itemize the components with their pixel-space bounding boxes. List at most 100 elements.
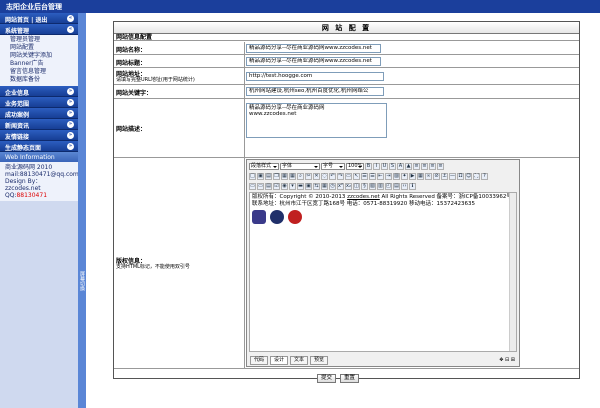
select-all-icon[interactable]: ▭ [345, 173, 352, 180]
align-left-icon[interactable]: ≡ [413, 163, 420, 170]
checkbox-icon[interactable]: ☑ [273, 183, 280, 190]
delete-icon[interactable]: ✕ [313, 173, 320, 180]
flash-icon[interactable]: ✦ [401, 173, 408, 180]
subscript-icon[interactable]: x₂ [345, 183, 352, 190]
date-icon[interactable]: ▦ [321, 183, 328, 190]
map-icon[interactable]: ◰ [385, 183, 392, 190]
paste-text-icon[interactable]: ▦ [289, 173, 296, 180]
sidebar-group-static[interactable]: 生成静态页面 » [0, 141, 78, 152]
underline-icon[interactable]: U [381, 163, 388, 170]
textarea-icon[interactable]: ▤ [265, 183, 272, 190]
expand-icon[interactable]: » [67, 110, 74, 117]
tab-design[interactable]: 设计 [270, 356, 289, 365]
sidebar-item-admin[interactable]: 管理员管理 [10, 36, 78, 44]
editor-content[interactable]: 版权所有：Copyright © 2010-2013 zzcodes.net A… [249, 192, 517, 352]
tab-code[interactable]: 代码 [250, 356, 269, 365]
save-icon[interactable]: ▣ [257, 173, 264, 180]
hr-icon[interactable]: — [449, 173, 456, 180]
screen-splitter[interactable]: 屏幕切换 [78, 13, 86, 408]
special-char-icon[interactable]: Ω [457, 173, 464, 180]
indent-icon[interactable]: ⇥ [385, 173, 392, 180]
pointer-icon[interactable]: ↖ [353, 173, 360, 180]
info-icon[interactable]: ℹ [409, 183, 416, 190]
font-size-select[interactable]: 字号 [321, 163, 345, 170]
font-select[interactable]: 字体 [280, 163, 320, 170]
unlink-icon[interactable]: ⊘ [433, 173, 440, 180]
clear-format-icon[interactable]: ◌ [321, 173, 328, 180]
tab-text[interactable]: 文本 [290, 356, 309, 365]
zoom-select[interactable]: 100% [346, 163, 364, 170]
form-icon[interactable]: ▭ [249, 183, 256, 190]
select-box-icon[interactable]: ▾ [289, 183, 296, 190]
sidebar-group-news[interactable]: 新闻资讯 » [0, 119, 78, 130]
sidebar-item-messages[interactable]: 留言信息管理 [10, 68, 78, 76]
media-icon[interactable]: ▶ [409, 173, 416, 180]
editor-scrollbar[interactable] [509, 193, 516, 351]
paste-icon[interactable]: ▦ [281, 173, 288, 180]
logout-link[interactable]: 退出 [35, 17, 47, 24]
font-color-icon[interactable]: A [397, 163, 404, 170]
emoticon-icon[interactable]: ☺ [465, 173, 472, 180]
site-name-input[interactable]: 精品源码分享--尽在商业源码网www.zzcodes.net [246, 44, 381, 53]
image-icon[interactable]: ▨ [393, 173, 400, 180]
tab-preview[interactable]: 预览 [310, 356, 329, 365]
print-icon[interactable]: ▤ [265, 173, 272, 180]
home-link[interactable]: 网站首页 [5, 17, 29, 24]
keywords-input[interactable]: 杭州网站建设,杭州seo,杭州百度优化,杭州网络公 [246, 87, 384, 96]
unordered-list-icon[interactable]: ☰ [369, 173, 376, 180]
expand-icon[interactable]: » [67, 88, 74, 95]
strikethrough-icon[interactable]: S [389, 163, 396, 170]
outdent-icon[interactable]: ⇤ [377, 173, 384, 180]
button-icon[interactable]: ▬ [297, 183, 304, 190]
sidebar-group-business[interactable]: 业务范围 » [0, 97, 78, 108]
find-icon[interactable]: ⌕ [297, 173, 304, 180]
collapse-icon[interactable]: « [67, 15, 74, 22]
ordered-list-icon[interactable]: ☰ [361, 173, 368, 180]
copy-icon[interactable]: ❐ [273, 173, 280, 180]
file-icon[interactable]: ▧ [369, 183, 376, 190]
reset-button[interactable]: 重置 [340, 374, 360, 383]
description-textarea[interactable]: 精品源码分享--尽在商业源码网 www.zzcodes.net [246, 103, 387, 138]
undo-icon[interactable]: ↶ [329, 173, 336, 180]
copyright-link[interactable]: zzcodes.net [347, 194, 380, 200]
code-icon[interactable]: ‹› [401, 183, 408, 190]
align-right-icon[interactable]: ≡ [429, 163, 436, 170]
align-center-icon[interactable]: ≡ [421, 163, 428, 170]
paragraph-style-select[interactable]: 段落样式 [249, 163, 279, 170]
symbol-icon[interactable]: § [361, 183, 368, 190]
template-icon[interactable]: ▤ [393, 183, 400, 190]
radio-icon[interactable]: ◉ [281, 183, 288, 190]
sidebar-item-keywords[interactable]: 网站关键字添加 [10, 52, 78, 60]
collapse-icon[interactable]: « [67, 26, 74, 33]
sidebar-item-backup[interactable]: 数据库备份 [10, 76, 78, 84]
sidebar-item-site-config[interactable]: 网站配置 [10, 44, 78, 52]
time-icon[interactable]: ◷ [329, 183, 336, 190]
site-title-input[interactable]: 精品源码分享--尽在商业源码网www.zzcodes.net [246, 57, 381, 66]
sidebar-group-company[interactable]: 企业信息 » [0, 86, 78, 97]
iframe-icon[interactable]: ▣ [305, 183, 312, 190]
submit-button[interactable]: 提交 [317, 374, 337, 383]
redo-icon[interactable]: ↷ [337, 173, 344, 180]
sidebar-item-banner[interactable]: Banner广告 [10, 60, 78, 68]
chart-icon[interactable]: ▥ [377, 183, 384, 190]
link-icon[interactable]: ∞ [425, 173, 432, 180]
site-url-input[interactable]: http://test.hoogge.com [246, 72, 384, 81]
textbox-icon[interactable]: ▭ [257, 183, 264, 190]
help-icon[interactable]: ? [481, 173, 488, 180]
new-doc-icon[interactable]: □ [249, 173, 256, 180]
shrink-icon[interactable]: ⊟ [505, 357, 509, 363]
expand-icon[interactable]: » [67, 132, 74, 139]
highlight-icon[interactable]: ▲ [405, 163, 412, 170]
sidebar-group-links[interactable]: 友情链接 » [0, 130, 78, 141]
superscript-icon[interactable]: x² [337, 183, 344, 190]
fullscreen-icon[interactable]: ⛶ [473, 173, 480, 180]
anchor-icon[interactable]: ⚓ [441, 173, 448, 180]
expand-icon[interactable]: » [67, 99, 74, 106]
sidebar-group-cases[interactable]: 成功案例 » [0, 108, 78, 119]
expand-icon[interactable]: » [67, 143, 74, 150]
bold-icon[interactable]: B [365, 163, 372, 170]
layer-icon[interactable]: ◫ [353, 183, 360, 190]
enlarge-icon[interactable]: ⊞ [511, 357, 515, 363]
move-icon[interactable]: ✥ [499, 357, 503, 363]
italic-icon[interactable]: I [373, 163, 380, 170]
